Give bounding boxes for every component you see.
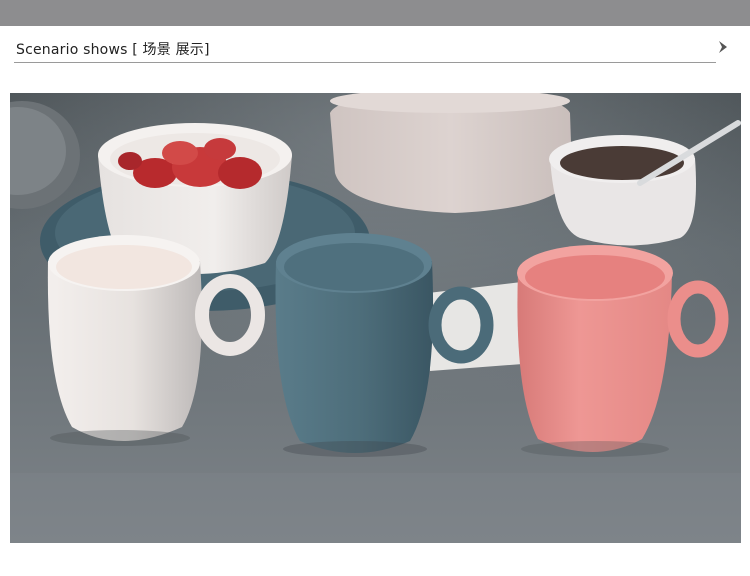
section-title: Scenario shows [ 场景 展示] [16,42,210,58]
header-divider [14,62,716,63]
section-header: Scenario shows [ 场景 展示] [14,34,734,64]
top-bar [0,0,750,26]
chevron-right-icon[interactable] [716,39,732,55]
mugs-scene [10,93,741,543]
product-photo [10,93,741,543]
